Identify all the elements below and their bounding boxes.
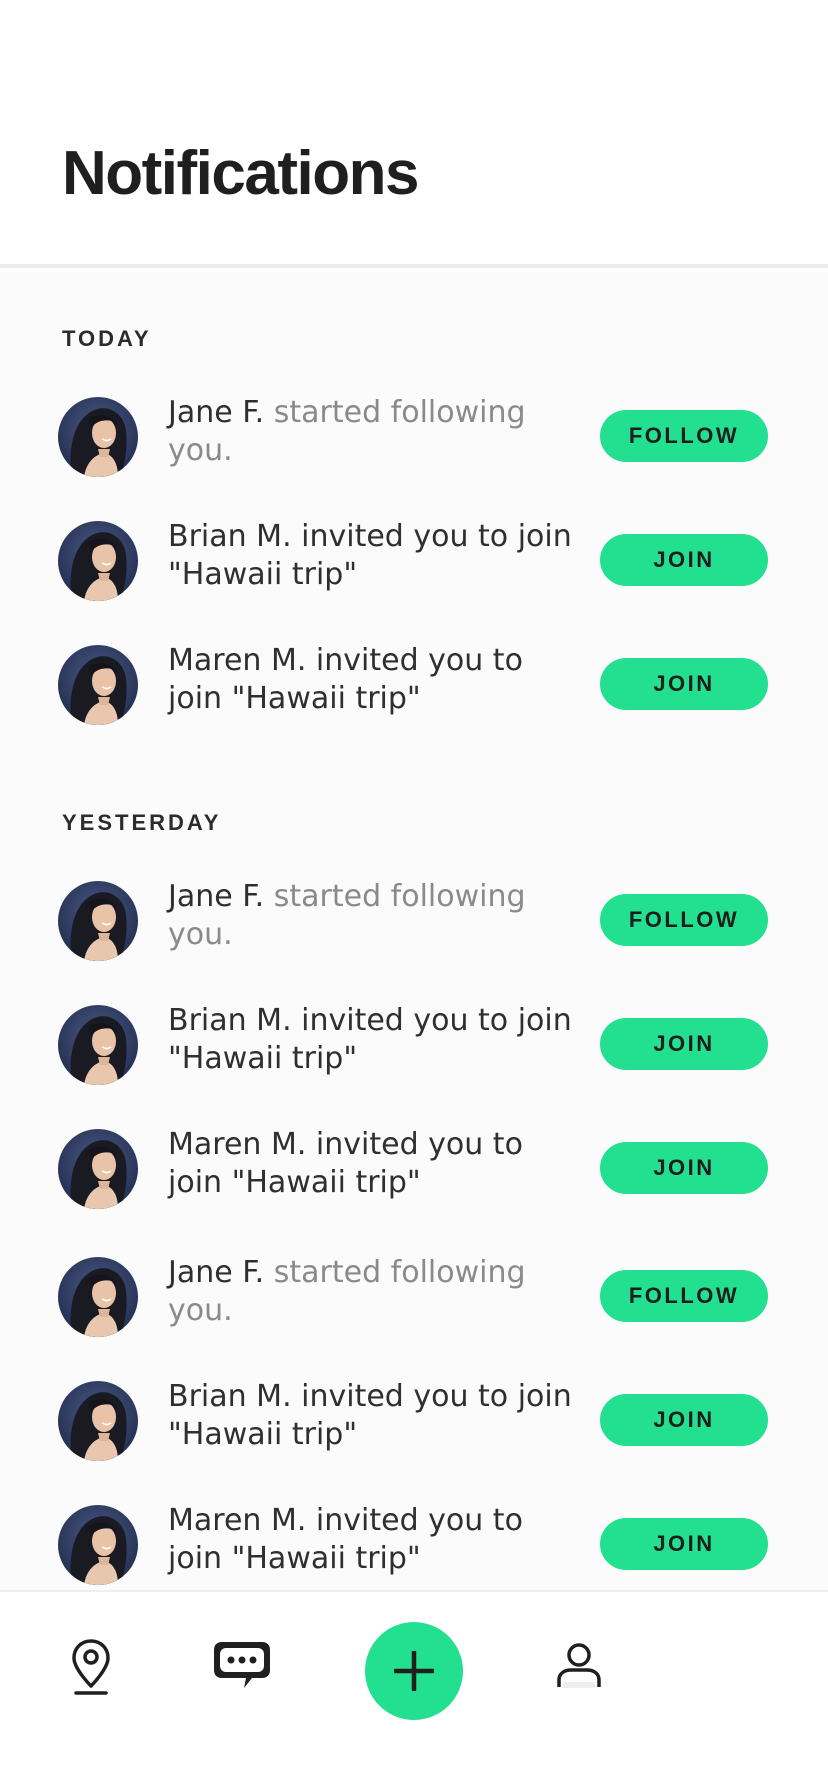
avatar-image — [58, 645, 138, 725]
notification-text: Brian M. invited you to join "Hawaii tri… — [168, 518, 578, 594]
notifications-list[interactable]: TODAY Jane F. started following you. FOL… — [0, 272, 828, 1590]
notification-text: Jane F. started following you. — [168, 394, 578, 470]
join-button[interactable]: JOIN — [600, 1142, 768, 1194]
user-name[interactable]: Maren M. — [168, 1503, 306, 1538]
notification-row[interactable]: Maren M. invited you to join "Hawaii tri… — [0, 630, 828, 740]
notification-text: Brian M. invited you to join "Hawaii tri… — [168, 1378, 578, 1454]
notification-row[interactable]: Maren M. invited you to join "Hawaii tri… — [0, 1114, 828, 1224]
avatar-image — [58, 521, 138, 601]
notification-text: Maren M. invited you to join "Hawaii tri… — [168, 1126, 578, 1202]
notification-row[interactable]: Jane F. started following you. FOLLOW — [0, 1242, 828, 1352]
join-button[interactable]: JOIN — [600, 534, 768, 586]
tab-profile[interactable] — [555, 1642, 603, 1694]
user-name[interactable]: Brian M. — [168, 1003, 292, 1038]
notification-text: Jane F. started following you. — [168, 1254, 578, 1330]
tab-messages[interactable] — [212, 1640, 272, 1696]
user-name[interactable]: Jane F. — [168, 879, 264, 914]
notification-text: Maren M. invited you to join "Hawaii tri… — [168, 642, 578, 718]
avatar-image — [58, 1129, 138, 1209]
user-name[interactable]: Maren M. — [168, 643, 306, 678]
page-title: Notifications — [62, 139, 419, 208]
avatar-image — [58, 1381, 138, 1461]
follow-button[interactable]: FOLLOW — [600, 1270, 768, 1322]
notification-text: Jane F. started following you. — [168, 878, 578, 954]
join-button[interactable]: JOIN — [600, 1518, 768, 1570]
avatar-image — [58, 1005, 138, 1085]
avatar-image — [58, 1505, 138, 1585]
tab-bar — [0, 1590, 828, 1792]
join-button[interactable]: JOIN — [600, 1394, 768, 1446]
join-button[interactable]: JOIN — [600, 1018, 768, 1070]
user-name[interactable]: Jane F. — [168, 1255, 264, 1290]
section-label-today: TODAY — [62, 326, 152, 351]
avatar-image — [58, 397, 138, 477]
notification-text: Maren M. invited you to join "Hawaii tri… — [168, 1502, 578, 1578]
avatar[interactable] — [58, 645, 138, 725]
join-button[interactable]: JOIN — [600, 658, 768, 710]
header: Notifications — [0, 0, 828, 268]
user-name[interactable]: Jane F. — [168, 395, 264, 430]
avatar[interactable] — [58, 397, 138, 477]
avatar[interactable] — [58, 1505, 138, 1585]
notification-row[interactable]: Brian M. invited you to join "Hawaii tri… — [0, 506, 828, 616]
notification-row[interactable]: Jane F. started following you. FOLLOW — [0, 866, 828, 976]
section-label-yesterday: YESTERDAY — [62, 810, 222, 835]
notification-row[interactable]: Jane F. started following you. FOLLOW — [0, 382, 828, 492]
follow-button[interactable]: FOLLOW — [600, 410, 768, 462]
avatar[interactable] — [58, 1005, 138, 1085]
user-name[interactable]: Brian M. — [168, 1379, 292, 1414]
notification-row[interactable]: Brian M. invited you to join "Hawaii tri… — [0, 990, 828, 1100]
avatar[interactable] — [58, 1257, 138, 1337]
notification-text: Brian M. invited you to join "Hawaii tri… — [168, 1002, 578, 1078]
follow-button[interactable]: FOLLOW — [600, 894, 768, 946]
avatar[interactable] — [58, 1129, 138, 1209]
avatar-image — [58, 881, 138, 961]
plus-icon — [394, 1651, 434, 1691]
add-button[interactable] — [365, 1622, 463, 1720]
avatar[interactable] — [58, 521, 138, 601]
user-name[interactable]: Brian M. — [168, 519, 292, 554]
user-name[interactable]: Maren M. — [168, 1127, 306, 1162]
avatar-image — [58, 1257, 138, 1337]
avatar[interactable] — [58, 1381, 138, 1461]
avatar[interactable] — [58, 881, 138, 961]
location-pin-icon — [72, 1639, 110, 1695]
notification-row[interactable]: Brian M. invited you to join "Hawaii tri… — [0, 1366, 828, 1476]
tab-map[interactable] — [70, 1638, 112, 1700]
chat-bubble-icon — [214, 1642, 270, 1688]
notification-row[interactable]: Maren M. invited you to join "Hawaii tri… — [0, 1490, 828, 1590]
profile-icon — [557, 1643, 601, 1688]
